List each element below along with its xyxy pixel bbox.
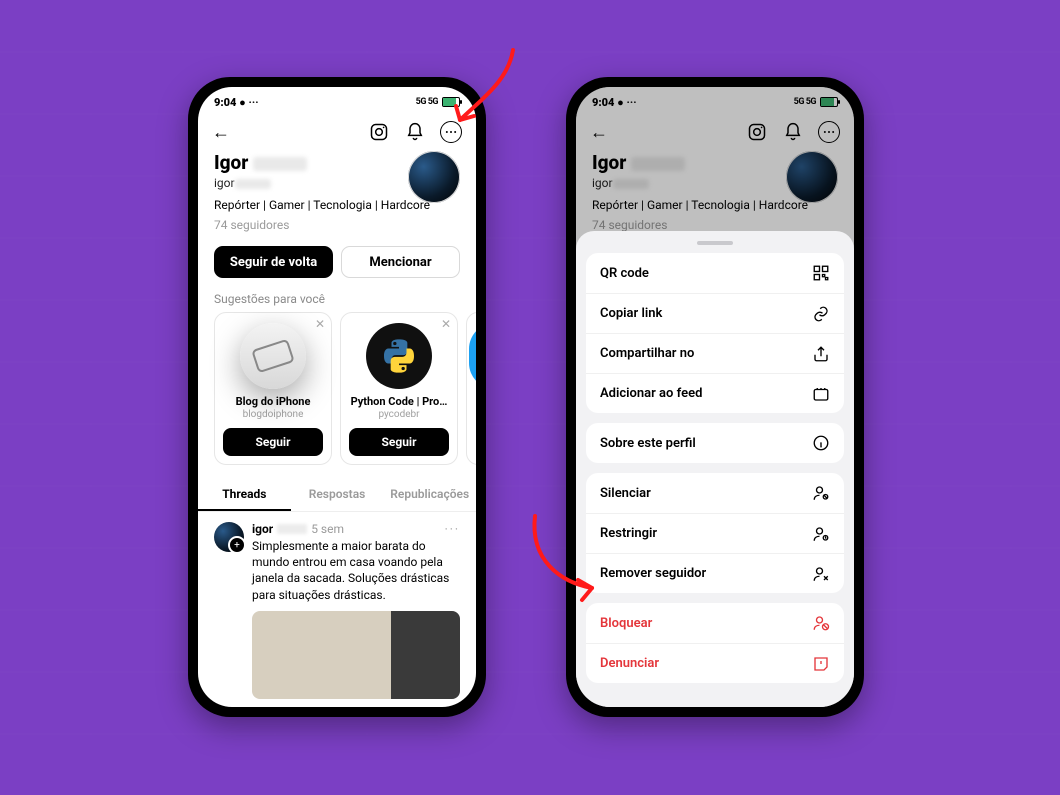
status-time: 9:04 ● ··· [214, 96, 259, 109]
screen-left: 9:04 ● ··· 5G 5G ← Igor igor Repórter | … [198, 87, 476, 707]
followers-count[interactable]: 74 seguidores [214, 218, 460, 232]
suggestion-username: pycodebr [349, 409, 449, 420]
suggestion-name: Blog do iPhone [223, 395, 323, 408]
post-body: igor 5 sem ··· Simplesmente a maior bara… [252, 522, 460, 699]
status-right: 5G 5G [416, 97, 460, 107]
share-row[interactable]: Compartilhar no [586, 333, 844, 373]
suggestion-avatar [240, 323, 306, 389]
tab-threads[interactable]: Threads [198, 479, 291, 511]
suggestion-card[interactable]: ✕ Python Code | Pro… pycodebr Seguir [340, 312, 458, 465]
post-image[interactable] [252, 611, 460, 699]
remove-user-icon [812, 565, 830, 583]
report-icon [812, 655, 830, 673]
instagram-icon[interactable] [368, 121, 390, 143]
bg-pattern [0, 0, 1060, 795]
status-time: 9:04 ● ··· [592, 96, 637, 109]
suggestion-name: Python Code | Pro… [349, 395, 449, 408]
battery-icon [820, 97, 838, 107]
post-author[interactable]: igor [252, 522, 273, 536]
status-bar: 9:04 ● ··· 5G 5G [576, 87, 854, 117]
bio: Repórter | Gamer | Tecnologia | Hardcore [592, 198, 838, 212]
restrict-user-icon [812, 525, 830, 543]
follow-button[interactable]: Seguir [349, 428, 449, 456]
info-icon [812, 434, 830, 452]
header-icons [368, 121, 462, 143]
status-bar: 9:04 ● ··· 5G 5G [198, 87, 476, 117]
more-options-icon[interactable] [440, 121, 462, 143]
action-sheet: QR code Copiar link Compartilhar no Adic… [576, 231, 854, 707]
share-icon [812, 345, 830, 363]
redacted-last-name [253, 157, 307, 171]
redacted-handle [613, 179, 649, 189]
back-icon[interactable]: ← [590, 122, 608, 143]
about-profile-row[interactable]: Sobre este perfil [586, 423, 844, 463]
suggestion-avatar [469, 323, 476, 389]
feed-icon [812, 385, 830, 403]
header: ← [198, 117, 476, 149]
tab-replies[interactable]: Respostas [291, 479, 384, 511]
avatar[interactable] [408, 151, 460, 203]
sheet-group-3: Silenciar Restringir Remover seguidor [586, 473, 844, 593]
close-icon[interactable]: ✕ [441, 317, 451, 331]
suggestion-card-partial[interactable]: C [466, 312, 476, 465]
redacted-handle [235, 179, 271, 189]
post-meta: igor 5 sem ··· [252, 522, 460, 536]
screen-right: 9:04 ● ··· 5G 5G ← Igor igor Repórter | … [576, 87, 854, 707]
follow-button[interactable]: Seguir [223, 428, 323, 456]
sheet-group-1: QR code Copiar link Compartilhar no Adic… [586, 253, 844, 413]
status-right: 5G 5G [794, 97, 838, 107]
post-text: Simplesmente a maior barata do mundo ent… [252, 538, 460, 603]
profile-tabs: Threads Respostas Republicações [198, 479, 476, 512]
phone-left: 9:04 ● ··· 5G 5G ← Igor igor Repórter | … [188, 77, 486, 717]
sheet-handle[interactable] [697, 241, 733, 245]
action-buttons: Seguir de volta Mencionar [198, 240, 476, 284]
notifications-icon[interactable] [782, 121, 804, 143]
post-more-icon[interactable]: ··· [445, 522, 460, 536]
mute-row[interactable]: Silenciar [586, 473, 844, 513]
post[interactable]: igor 5 sem ··· Simplesmente a maior bara… [198, 512, 476, 707]
suggestions-title: Sugestões para você [198, 284, 476, 312]
block-user-icon [812, 614, 830, 632]
close-icon[interactable]: ✕ [315, 317, 325, 331]
mute-user-icon [812, 484, 830, 502]
header-icons [746, 121, 840, 143]
phone-right: 9:04 ● ··· 5G 5G ← Igor igor Repórter | … [566, 77, 864, 717]
remove-follower-row[interactable]: Remover seguidor [586, 553, 844, 593]
follow-back-button[interactable]: Seguir de volta [214, 246, 333, 278]
add-to-feed-row[interactable]: Adicionar ao feed [586, 373, 844, 413]
tab-reposts[interactable]: Republicações [383, 479, 476, 511]
back-icon[interactable]: ← [212, 122, 230, 143]
suggestions-row[interactable]: ✕ Blog do iPhone blogdoiphone Seguir ✕ P… [198, 312, 476, 465]
instagram-icon[interactable] [746, 121, 768, 143]
handle: igor [592, 176, 838, 190]
restrict-row[interactable]: Restringir [586, 513, 844, 553]
avatar[interactable] [786, 151, 838, 203]
suggestion-avatar [366, 323, 432, 389]
notifications-icon[interactable] [404, 121, 426, 143]
report-row[interactable]: Denunciar [586, 643, 844, 683]
qr-icon [812, 264, 830, 282]
post-avatar[interactable] [214, 522, 244, 552]
mention-button[interactable]: Mencionar [341, 246, 460, 278]
battery-icon [442, 97, 460, 107]
link-icon [812, 305, 830, 323]
display-name: Igor [592, 151, 838, 174]
profile-block: Igor igor Repórter | Gamer | Tecnologia … [576, 149, 854, 240]
suggestion-name: C [467, 395, 476, 408]
redacted-last-name [631, 157, 685, 171]
suggestion-card[interactable]: ✕ Blog do iPhone blogdoiphone Seguir [214, 312, 332, 465]
redacted-suffix [277, 524, 307, 534]
copy-link-row[interactable]: Copiar link [586, 293, 844, 333]
qr-code-row[interactable]: QR code [586, 253, 844, 293]
sheet-group-2: Sobre este perfil [586, 423, 844, 463]
header: ← [576, 117, 854, 149]
post-time: 5 sem [311, 522, 344, 536]
profile-block: Igor igor Repórter | Gamer | Tecnologia … [198, 149, 476, 240]
block-row[interactable]: Bloquear [586, 603, 844, 643]
sheet-group-4: Bloquear Denunciar [586, 603, 844, 683]
followers-count[interactable]: 74 seguidores [592, 218, 838, 232]
suggestion-username: blogdoiphone [223, 409, 323, 420]
more-options-icon[interactable] [818, 121, 840, 143]
